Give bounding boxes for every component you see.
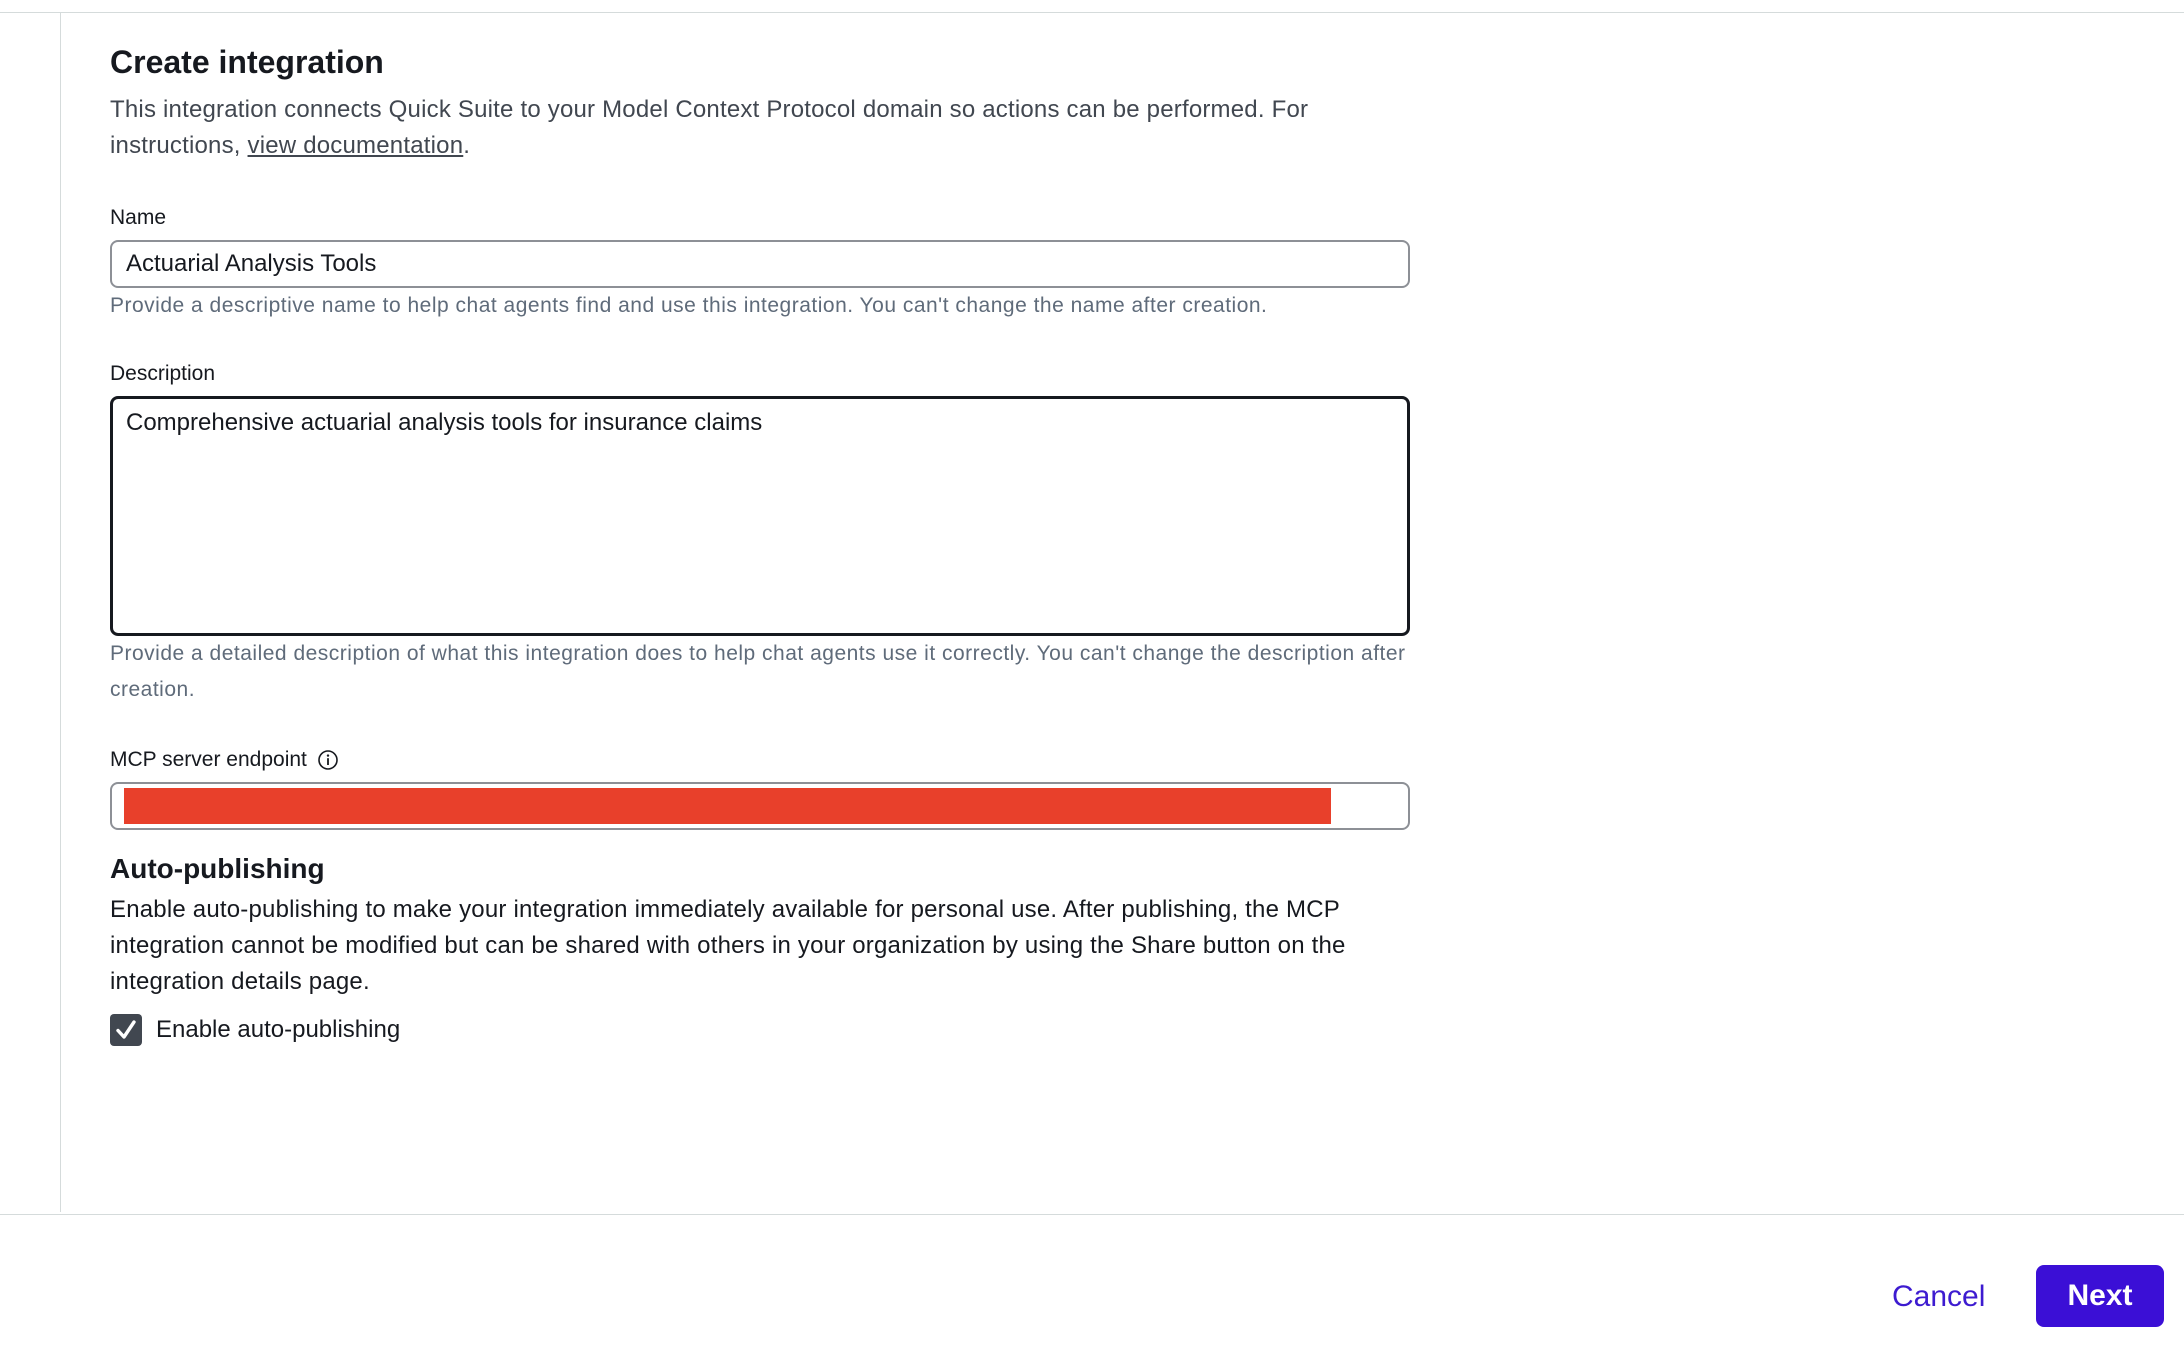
cancel-button[interactable]: Cancel [1870,1265,2007,1329]
auto-publishing-checkbox-label[interactable]: Enable auto-publishing [156,1014,400,1046]
footer-divider [0,1214,2184,1215]
form-container: Create integration This integration conn… [110,40,1410,1046]
description-hint: Provide a detailed description of what t… [110,642,1406,701]
page-title: Create integration [110,44,384,80]
name-hint: Provide a descriptive name to help chat … [110,294,1268,317]
left-divider [60,12,61,1212]
checkmark-icon [116,1020,136,1039]
auto-publishing-description: Enable auto-publishing to make your inte… [110,896,1346,995]
top-divider [0,12,2184,13]
name-label: Name [110,204,1410,232]
description-textarea-value: Comprehensive actuarial analysis tools f… [126,409,763,436]
auto-publishing-checkbox-row[interactable]: Enable auto-publishing [110,1014,1410,1046]
intro-text-end: . [463,132,471,159]
info-circle-icon[interactable] [317,749,339,771]
redacted-endpoint-value [124,788,1331,824]
name-input-value: Actuarial Analysis Tools [126,250,377,277]
description-textarea[interactable]: Comprehensive actuarial analysis tools f… [110,396,1410,636]
mcp-endpoint-label: MCP server endpoint [110,746,1410,774]
mcp-endpoint-label-text: MCP server endpoint [110,748,307,771]
description-label: Description [110,360,1410,388]
name-input[interactable]: Actuarial Analysis Tools [110,240,1410,288]
description-label-text: Description [110,362,216,385]
create-integration-page: Create integration This integration conn… [0,0,2184,1362]
name-label-text: Name [110,206,167,229]
auto-publishing-checkbox[interactable] [110,1014,142,1046]
intro-text: This integration connects Quick Suite to… [110,92,1410,164]
auto-publishing-heading: Auto-publishing [110,853,325,884]
view-documentation-link[interactable]: view documentation [248,132,464,159]
mcp-endpoint-input[interactable] [110,782,1410,830]
next-button[interactable]: Next [2036,1265,2164,1327]
